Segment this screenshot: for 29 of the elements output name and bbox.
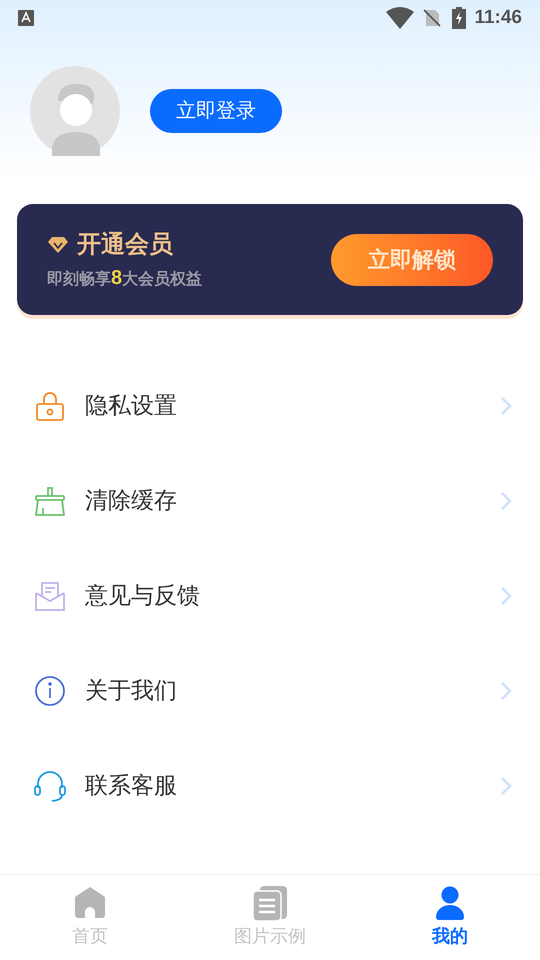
- chevron-right-icon: [500, 586, 512, 606]
- login-button[interactable]: 立即登录: [150, 89, 282, 133]
- vip-title: 开通会员: [77, 230, 173, 260]
- menu-item[interactable]: 隐私设置: [0, 358, 540, 453]
- no-sim-icon: [422, 8, 442, 28]
- status-time: 11:46: [474, 6, 522, 30]
- vip-subtitle: 即刻畅享8大会员权益: [47, 266, 204, 290]
- chevron-right-icon: [500, 680, 512, 700]
- menu-label: 隐私设置: [85, 391, 178, 420]
- headset-icon: [33, 768, 67, 802]
- chevron-right-icon: [500, 396, 512, 416]
- info-icon: [33, 674, 67, 708]
- chevron-right-icon: [500, 490, 512, 510]
- menu-item[interactable]: 联系客服: [0, 738, 540, 833]
- menu-item[interactable]: 关于我们: [0, 643, 540, 738]
- menu-label: 联系客服: [85, 771, 178, 800]
- chevron-right-icon: [500, 776, 512, 796]
- battery-icon: [452, 7, 466, 29]
- wifi-icon: [386, 7, 414, 29]
- home-icon: [72, 885, 108, 921]
- menu-label: 意见与反馈: [85, 581, 201, 610]
- nav-tab[interactable]: 我的: [360, 875, 540, 960]
- menu-label: 关于我们: [85, 676, 178, 706]
- keyboard-icon: [18, 10, 34, 26]
- menu-item[interactable]: 意见与反馈: [0, 548, 540, 643]
- documents-icon: [252, 885, 288, 921]
- menu-item[interactable]: 清除缓存: [0, 453, 540, 548]
- diamond-icon: [47, 236, 69, 254]
- menu-label: 清除缓存: [85, 486, 178, 516]
